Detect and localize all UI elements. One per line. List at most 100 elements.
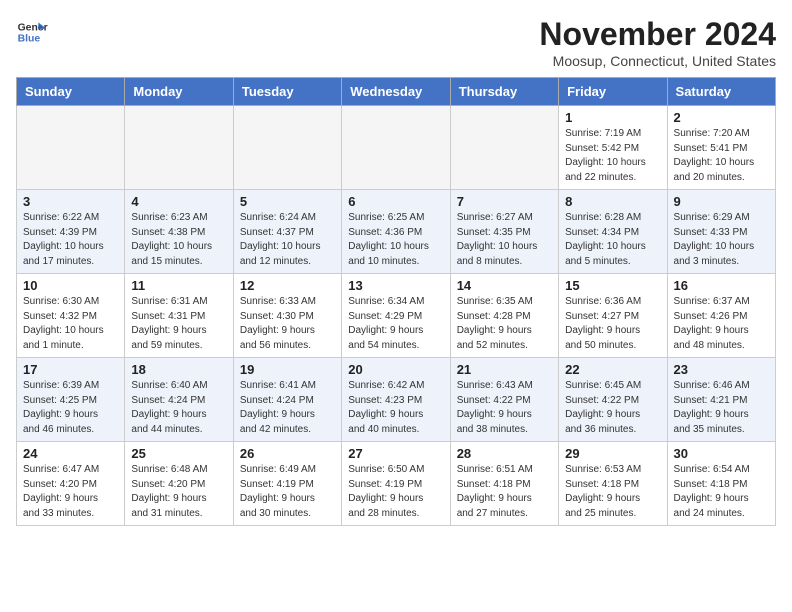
header-wednesday: Wednesday	[342, 78, 450, 106]
day-info: Sunrise: 6:30 AM Sunset: 4:32 PM Dayligh…	[23, 295, 118, 353]
day-number: 11	[131, 278, 226, 293]
calendar-week-row: 3 Sunrise: 6:22 AM Sunset: 4:39 PM Daylig…	[17, 190, 776, 274]
calendar-cell: 30 Sunrise: 6:54 AM Sunset: 4:18 PM Dayli…	[667, 442, 775, 526]
day-info: Sunrise: 6:46 AM Sunset: 4:21 PM Dayligh…	[674, 379, 769, 437]
day-number: 15	[565, 278, 660, 293]
day-number: 14	[457, 278, 552, 293]
calendar-cell: 28 Sunrise: 6:51 AM Sunset: 4:18 PM Dayli…	[450, 442, 558, 526]
day-number: 7	[457, 194, 552, 209]
calendar-cell: 7 Sunrise: 6:27 AM Sunset: 4:35 PM Daylig…	[450, 190, 558, 274]
day-info: Sunrise: 6:45 AM Sunset: 4:22 PM Dayligh…	[565, 379, 660, 437]
day-info: Sunrise: 6:27 AM Sunset: 4:35 PM Dayligh…	[457, 211, 552, 269]
day-info: Sunrise: 6:22 AM Sunset: 4:39 PM Dayligh…	[23, 211, 118, 269]
calendar-cell: 2 Sunrise: 7:20 AM Sunset: 5:41 PM Daylig…	[667, 106, 775, 190]
day-info: Sunrise: 6:39 AM Sunset: 4:25 PM Dayligh…	[23, 379, 118, 437]
day-number: 12	[240, 278, 335, 293]
day-number: 29	[565, 446, 660, 461]
calendar-week-row: 24 Sunrise: 6:47 AM Sunset: 4:20 PM Dayli…	[17, 442, 776, 526]
day-number: 2	[674, 110, 769, 125]
calendar-cell	[342, 106, 450, 190]
calendar-cell: 25Sunrise: 6:48 AM Sunset: 4:20 PM Dayli…	[125, 442, 233, 526]
day-info: Sunrise: 6:50 AM Sunset: 4:19 PM Dayligh…	[348, 463, 443, 521]
day-info: Sunrise: 6:33 AM Sunset: 4:30 PM Dayligh…	[240, 295, 335, 353]
location: Moosup, Connecticut, United States	[539, 53, 776, 69]
title-section: November 2024 Moosup, Connecticut, Unite…	[539, 16, 776, 69]
day-number: 16	[674, 278, 769, 293]
page-header: General Blue General Blue November 2024 …	[16, 16, 776, 69]
day-number: 22	[565, 362, 660, 377]
header-tuesday: Tuesday	[233, 78, 341, 106]
day-info: Sunrise: 6:37 AM Sunset: 4:26 PM Dayligh…	[674, 295, 769, 353]
day-info: Sunrise: 6:28 AM Sunset: 4:34 PM Dayligh…	[565, 211, 660, 269]
day-info: Sunrise: 6:47 AM Sunset: 4:20 PM Dayligh…	[23, 463, 118, 521]
day-number: 27	[348, 446, 443, 461]
day-info: Sunrise: 6:25 AM Sunset: 4:36 PM Dayligh…	[348, 211, 443, 269]
day-info: Sunrise: 6:48 AM Sunset: 4:20 PM Dayligh…	[131, 463, 226, 521]
calendar-cell: 12 Sunrise: 6:33 AM Sunset: 4:30 PM Dayli…	[233, 274, 341, 358]
calendar-cell: 6 Sunrise: 6:25 AM Sunset: 4:36 PM Daylig…	[342, 190, 450, 274]
day-info: Sunrise: 6:51 AM Sunset: 4:18 PM Dayligh…	[457, 463, 552, 521]
day-number: 17	[23, 362, 118, 377]
day-number: 24	[23, 446, 118, 461]
day-info: Sunrise: 6:49 AM Sunset: 4:19 PM Dayligh…	[240, 463, 335, 521]
calendar-cell: 13Sunrise: 6:34 AM Sunset: 4:29 PM Dayli…	[342, 274, 450, 358]
calendar: Sunday Monday Tuesday Wednesday Thursday…	[16, 77, 776, 526]
day-number: 23	[674, 362, 769, 377]
day-info: Sunrise: 6:24 AM Sunset: 4:37 PM Dayligh…	[240, 211, 335, 269]
calendar-cell: 20 Sunrise: 6:42 AM Sunset: 4:23 PM Dayli…	[342, 358, 450, 442]
header-sunday: Sunday	[17, 78, 125, 106]
day-info: Sunrise: 7:20 AM Sunset: 5:41 PM Dayligh…	[674, 127, 769, 185]
calendar-cell: 10 Sunrise: 6:30 AM Sunset: 4:32 PM Dayli…	[17, 274, 125, 358]
day-number: 10	[23, 278, 118, 293]
day-number: 30	[674, 446, 769, 461]
day-number: 18	[131, 362, 226, 377]
day-number: 21	[457, 362, 552, 377]
day-info: Sunrise: 6:29 AM Sunset: 4:33 PM Dayligh…	[674, 211, 769, 269]
calendar-cell: 21 Sunrise: 6:43 AM Sunset: 4:22 PM Dayli…	[450, 358, 558, 442]
calendar-cell: 24 Sunrise: 6:47 AM Sunset: 4:20 PM Dayli…	[17, 442, 125, 526]
day-info: Sunrise: 6:42 AM Sunset: 4:23 PM Dayligh…	[348, 379, 443, 437]
day-number: 19	[240, 362, 335, 377]
calendar-cell: 3 Sunrise: 6:22 AM Sunset: 4:39 PM Daylig…	[17, 190, 125, 274]
calendar-cell: 9 Sunrise: 6:29 AM Sunset: 4:33 PM Daylig…	[667, 190, 775, 274]
day-info: Sunrise: 6:43 AM Sunset: 4:22 PM Dayligh…	[457, 379, 552, 437]
calendar-cell: 23 Sunrise: 6:46 AM Sunset: 4:21 PM Dayli…	[667, 358, 775, 442]
header-saturday: Saturday	[667, 78, 775, 106]
day-number: 5	[240, 194, 335, 209]
calendar-cell: 26 Sunrise: 6:49 AM Sunset: 4:19 PM Dayli…	[233, 442, 341, 526]
svg-text:Blue: Blue	[18, 34, 41, 45]
calendar-cell: 5 Sunrise: 6:24 AM Sunset: 4:37 PM Daylig…	[233, 190, 341, 274]
day-number: 3	[23, 194, 118, 209]
calendar-cell: 27 Sunrise: 6:50 AM Sunset: 4:19 PM Dayli…	[342, 442, 450, 526]
day-info: Sunrise: 6:54 AM Sunset: 4:18 PM Dayligh…	[674, 463, 769, 521]
day-number: 4	[131, 194, 226, 209]
day-number: 20	[348, 362, 443, 377]
calendar-cell: 18 Sunrise: 6:40 AM Sunset: 4:24 PM Dayli…	[125, 358, 233, 442]
day-number: 13	[348, 278, 443, 293]
day-number: 28	[457, 446, 552, 461]
day-info: Sunrise: 6:40 AM Sunset: 4:24 PM Dayligh…	[131, 379, 226, 437]
day-info: Sunrise: 6:41 AM Sunset: 4:24 PM Dayligh…	[240, 379, 335, 437]
header-thursday: Thursday	[450, 78, 558, 106]
calendar-week-row: 1 Sunrise: 7:19 AM Sunset: 5:42 PM Daylig…	[17, 106, 776, 190]
day-number: 9	[674, 194, 769, 209]
day-info: Sunrise: 6:35 AM Sunset: 4:28 PM Dayligh…	[457, 295, 552, 353]
day-info: Sunrise: 6:31 AM Sunset: 4:31 PM Dayligh…	[131, 295, 226, 353]
day-number: 1	[565, 110, 660, 125]
calendar-cell: 17 Sunrise: 6:39 AM Sunset: 4:25 PM Dayli…	[17, 358, 125, 442]
day-info: Sunrise: 7:19 AM Sunset: 5:42 PM Dayligh…	[565, 127, 660, 185]
day-number: 6	[348, 194, 443, 209]
calendar-cell	[125, 106, 233, 190]
header-friday: Friday	[559, 78, 667, 106]
calendar-week-row: 10 Sunrise: 6:30 AM Sunset: 4:32 PM Dayli…	[17, 274, 776, 358]
calendar-week-row: 17 Sunrise: 6:39 AM Sunset: 4:25 PM Dayli…	[17, 358, 776, 442]
month-title: November 2024	[539, 16, 776, 53]
calendar-cell	[450, 106, 558, 190]
logo: General Blue General Blue	[16, 16, 48, 48]
calendar-cell	[17, 106, 125, 190]
calendar-cell: 22 Sunrise: 6:45 AM Sunset: 4:22 PM Dayli…	[559, 358, 667, 442]
day-info: Sunrise: 6:23 AM Sunset: 4:38 PM Dayligh…	[131, 211, 226, 269]
day-number: 26	[240, 446, 335, 461]
calendar-cell: 29 Sunrise: 6:53 AM Sunset: 4:18 PM Dayli…	[559, 442, 667, 526]
day-info: Sunrise: 6:53 AM Sunset: 4:18 PM Dayligh…	[565, 463, 660, 521]
